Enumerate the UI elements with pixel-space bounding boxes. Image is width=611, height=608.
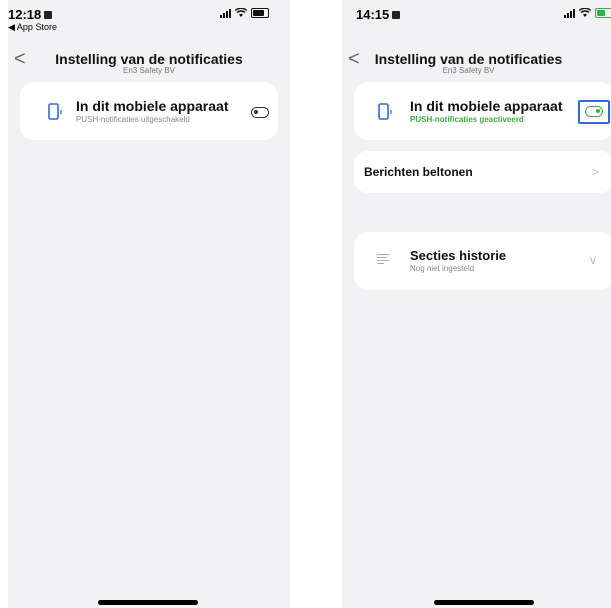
status-square-icon xyxy=(392,11,401,19)
list-lines-icon xyxy=(377,254,389,266)
back-to-app-store-link[interactable]: ◀ App Store xyxy=(8,22,57,33)
home-indicator[interactable] xyxy=(434,600,534,605)
history-card-title: Secties historie xyxy=(410,248,507,263)
status-time: 14:15 xyxy=(356,7,401,22)
page-title: Instelling van de notificaties xyxy=(374,51,563,67)
device-card-title: In dit mobiele apparaat xyxy=(410,98,563,114)
phone-screen-left: 12:18 ◀ App Store < Instelling van de no… xyxy=(8,0,290,608)
status-square-icon xyxy=(44,11,53,19)
signal-icon xyxy=(220,8,231,18)
home-indicator[interactable] xyxy=(98,600,198,605)
section-history-card[interactable]: Secties historie Nog niet ingesteld v xyxy=(354,232,611,290)
push-notifications-toggle[interactable] xyxy=(585,106,603,117)
smartphone-notification-icon xyxy=(378,103,392,120)
page-title: Instelling van de notificaties xyxy=(55,51,243,67)
ringtones-row[interactable]: Berichten beltonen > xyxy=(354,151,611,193)
status-icons xyxy=(564,8,611,18)
chevron-right-icon: > xyxy=(592,165,600,179)
page-subtitle: En3 Safety BV xyxy=(122,66,176,75)
wifi-icon xyxy=(579,8,591,17)
ringtones-row-label: Berichten beltonen xyxy=(364,165,473,179)
phone-screen-right: 14:15 < Instelling van de notificaties E… xyxy=(342,0,611,608)
status-time: 12:18 xyxy=(8,7,53,22)
chevron-down-icon: v xyxy=(590,253,596,267)
battery-charging-icon xyxy=(595,8,611,18)
push-notifications-toggle[interactable] xyxy=(251,107,269,118)
device-card-status: PUSH-notificaties geactiveerd xyxy=(410,115,524,124)
device-card-status: PUSH-notificaties uitgeschakeld xyxy=(76,115,190,124)
history-card-status: Nog niet ingesteld xyxy=(410,264,475,273)
device-card-title: In dit mobiele apparaat xyxy=(76,98,229,114)
battery-icon xyxy=(251,8,269,18)
smartphone-notification-icon xyxy=(48,103,62,120)
status-icons xyxy=(220,8,269,18)
signal-icon xyxy=(564,8,575,18)
wifi-icon xyxy=(235,8,247,17)
device-notification-card[interactable]: In dit mobiele apparaat PUSH-notificatie… xyxy=(354,82,611,140)
device-notification-card[interactable]: In dit mobiele apparaat PUSH-notificatie… xyxy=(20,82,278,140)
page-subtitle: En3 Safety BV xyxy=(442,66,495,75)
